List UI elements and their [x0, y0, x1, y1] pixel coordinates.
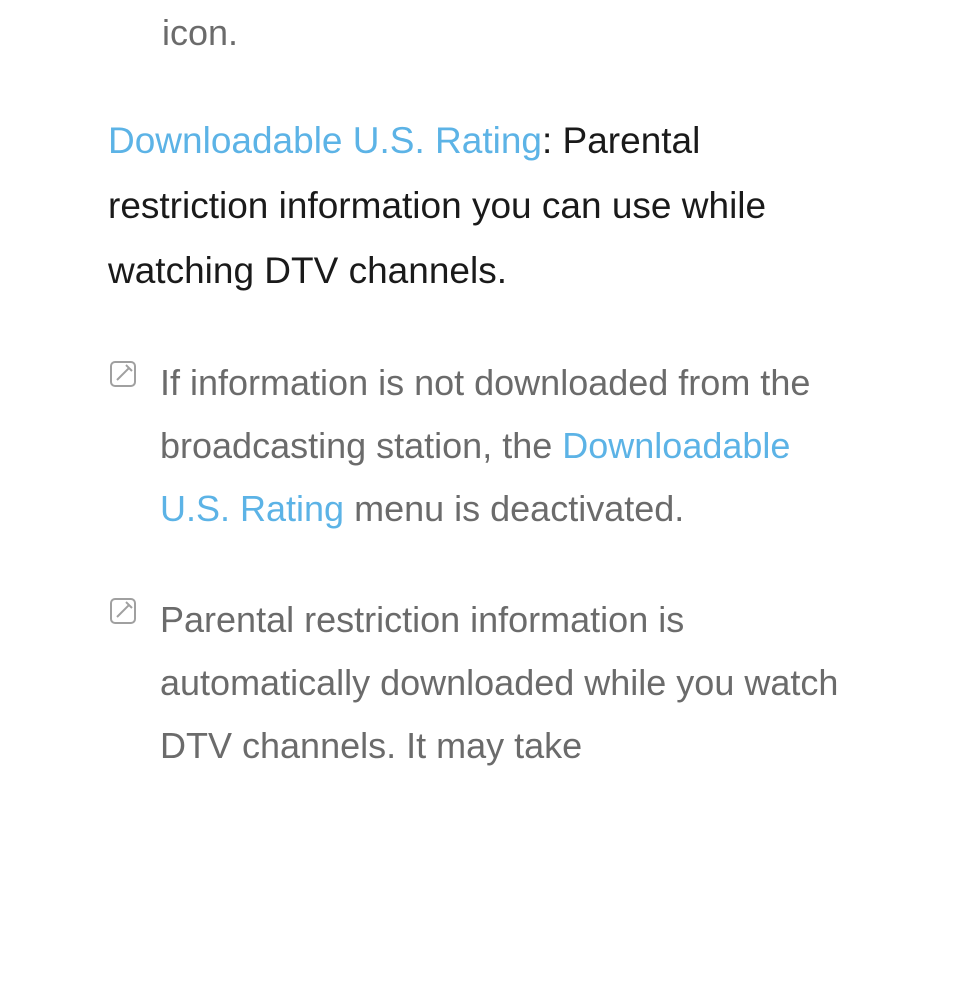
note-2-text: Parental restriction information is auto… [160, 588, 854, 777]
note-icon [108, 359, 138, 389]
note-1: If information is not downloaded from th… [100, 351, 854, 540]
fragment-text: icon. [100, 12, 854, 54]
main-paragraph: Downloadable U.S. Rating: Parental restr… [100, 109, 854, 303]
note-1-text: If information is not downloaded from th… [160, 351, 854, 540]
note-2: Parental restriction information is auto… [100, 588, 854, 777]
note-icon [108, 596, 138, 626]
note-1-part2: menu is deactivated. [344, 488, 684, 529]
downloadable-rating-label: Downloadable U.S. Rating [108, 120, 542, 161]
